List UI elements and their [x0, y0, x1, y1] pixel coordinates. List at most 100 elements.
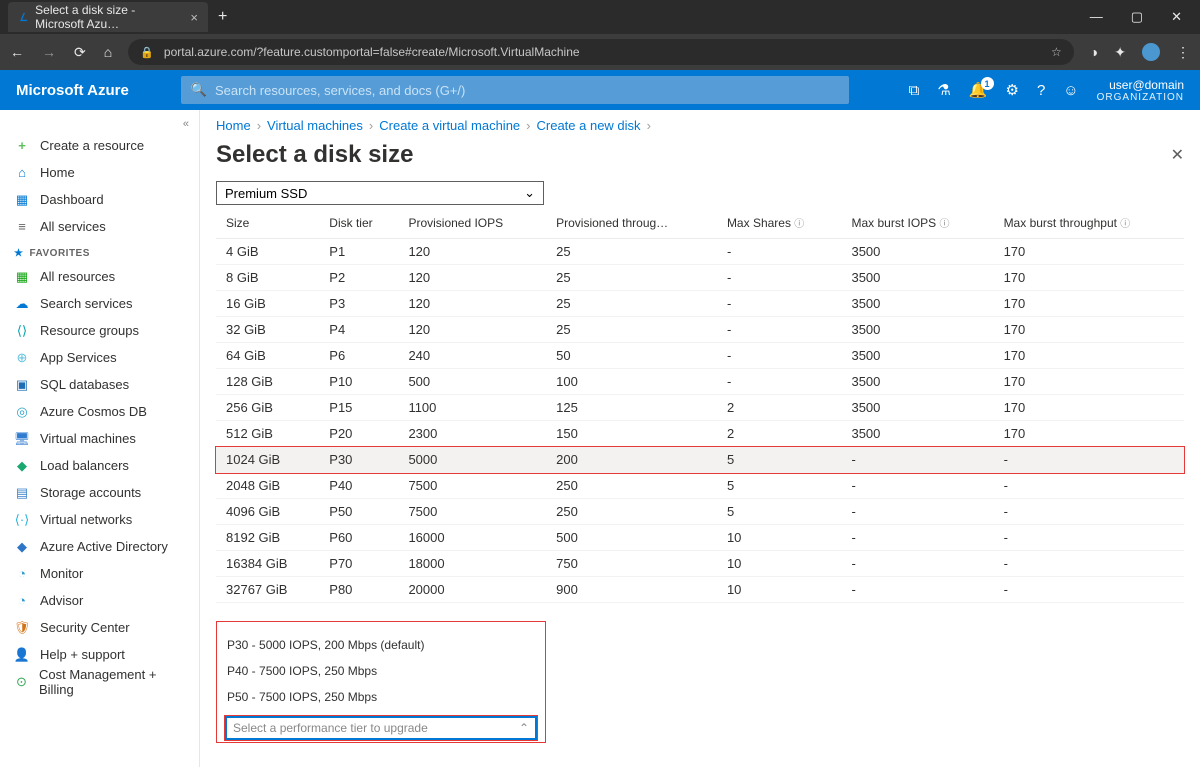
- forward-icon[interactable]: →: [42, 44, 56, 61]
- sidebar-item-dashboard[interactable]: ▦Dashboard: [0, 186, 199, 213]
- minimize-icon[interactable]: —: [1090, 9, 1103, 25]
- sidebar-item-all-resources[interactable]: ▦All resources: [0, 263, 199, 290]
- sidebar-item-app-services[interactable]: ⊕App Services: [0, 344, 199, 371]
- table-row[interactable]: 128 GiBP10500100-3500170: [216, 369, 1184, 395]
- table-header[interactable]: Disk tier: [319, 207, 398, 239]
- sidebar-item-virtual-machines[interactable]: 🖥Virtual machines: [0, 425, 199, 452]
- feedback-icon[interactable]: ☺: [1063, 82, 1078, 99]
- table-header[interactable]: Provisioned IOPS: [398, 207, 546, 239]
- table-row[interactable]: 64 GiBP624050-3500170: [216, 343, 1184, 369]
- sidebar-item-security-center[interactable]: 🛡Security Center: [0, 614, 199, 641]
- profile-icon[interactable]: [1142, 43, 1160, 61]
- sidebar-item-label: Virtual machines: [40, 431, 136, 446]
- table-cell: 125: [546, 395, 717, 421]
- global-search-input[interactable]: 🔍 Search resources, services, and docs (…: [181, 76, 849, 104]
- brand[interactable]: Microsoft Azure: [16, 82, 129, 99]
- sidebar-item-resource-groups[interactable]: ⟨⟩Resource groups: [0, 317, 199, 344]
- table-header[interactable]: Size: [216, 207, 319, 239]
- sidebar-collapse-icon[interactable]: «: [0, 116, 199, 132]
- table-cell: 120: [398, 265, 546, 291]
- table-row[interactable]: 4 GiBP112025-3500170: [216, 239, 1184, 265]
- disk-size-table: SizeDisk tierProvisioned IOPSProvisioned…: [216, 207, 1184, 603]
- close-tab-icon[interactable]: ×: [190, 10, 198, 25]
- performance-tier-option[interactable]: P40 - 7500 IOPS, 250 Mbps: [225, 658, 537, 684]
- sidebar-item-create-a-resource[interactable]: +Create a resource: [0, 132, 199, 159]
- table-row[interactable]: 4096 GiBP5075002505--: [216, 499, 1184, 525]
- sidebar-item-advisor[interactable]: ◔Advisor: [0, 587, 199, 614]
- table-row[interactable]: 256 GiBP15110012523500170: [216, 395, 1184, 421]
- user-menu[interactable]: user@domain ORGANIZATION: [1097, 78, 1184, 103]
- performance-tier-option[interactable]: P50 - 7500 IOPS, 250 Mbps: [225, 684, 537, 710]
- azure-favicon-icon: [18, 10, 29, 24]
- scroll-area[interactable]: Premium SSD ⌄ SizeDisk tierProvisioned I…: [200, 181, 1200, 767]
- breadcrumb-link[interactable]: Create a new disk: [537, 118, 641, 133]
- home-icon[interactable]: ⌂: [104, 44, 112, 61]
- sidebar-item-home[interactable]: ⌂Home: [0, 159, 199, 186]
- cloud-shell-icon[interactable]: ⧉: [909, 82, 920, 99]
- table-row[interactable]: 16 GiBP312025-3500170: [216, 291, 1184, 317]
- table-cell: 25: [546, 317, 717, 343]
- sidebar-item-azure-active-directory[interactable]: ◆Azure Active Directory: [0, 533, 199, 560]
- table-row[interactable]: 1024 GiBP3050002005--: [216, 447, 1184, 473]
- table-cell: P20: [319, 421, 398, 447]
- disk-type-select[interactable]: Premium SSD ⌄: [216, 181, 544, 205]
- table-header[interactable]: Max burst throughput ⓘ: [994, 207, 1184, 239]
- browser-tab[interactable]: Select a disk size - Microsoft Azu… ×: [8, 2, 208, 32]
- reload-icon[interactable]: ⟳: [74, 44, 86, 61]
- incognito-icon[interactable]: ◑: [1090, 44, 1098, 60]
- close-blade-icon[interactable]: ✕: [1171, 145, 1184, 165]
- directory-filter-icon[interactable]: ⚗: [937, 81, 950, 99]
- back-icon[interactable]: ←: [10, 44, 24, 61]
- table-row[interactable]: 32767 GiBP802000090010--: [216, 577, 1184, 603]
- breadcrumb-link[interactable]: Virtual machines: [267, 118, 363, 133]
- table-row[interactable]: 32 GiBP412025-3500170: [216, 317, 1184, 343]
- table-cell: 7500: [398, 499, 546, 525]
- tab-title: Select a disk size - Microsoft Azu…: [35, 3, 184, 31]
- table-header[interactable]: Max burst IOPS ⓘ: [841, 207, 993, 239]
- info-icon[interactable]: ⓘ: [1120, 219, 1130, 230]
- table-row[interactable]: 512 GiBP20230015023500170: [216, 421, 1184, 447]
- sidebar-item-all-services[interactable]: ≡All services: [0, 213, 199, 240]
- extensions-icon[interactable]: ✦: [1114, 44, 1126, 61]
- table-row[interactable]: 2048 GiBP4075002505--: [216, 473, 1184, 499]
- breadcrumb-link[interactable]: Create a virtual machine: [379, 118, 520, 133]
- new-tab-button[interactable]: +: [218, 8, 227, 26]
- sidebar-item-label: Create a resource: [40, 138, 144, 153]
- settings-icon[interactable]: ⚙: [1006, 81, 1019, 99]
- table-header[interactable]: Max Shares ⓘ: [717, 207, 842, 239]
- table-header[interactable]: Provisioned throug…: [546, 207, 717, 239]
- maximize-icon[interactable]: ▢: [1131, 9, 1143, 25]
- sidebar-item-label: Azure Cosmos DB: [40, 404, 147, 419]
- table-row[interactable]: 8 GiBP212025-3500170: [216, 265, 1184, 291]
- close-window-icon[interactable]: ✕: [1171, 9, 1182, 25]
- sidebar-item-help-support[interactable]: 👤Help + support: [0, 641, 199, 668]
- menu-icon[interactable]: ⋮: [1176, 44, 1190, 61]
- ic-home-icon: ⌂: [14, 165, 30, 181]
- star-icon[interactable]: ☆: [1051, 45, 1062, 59]
- chevron-right-icon: ›: [251, 118, 267, 133]
- sidebar-item-label: Storage accounts: [40, 485, 141, 500]
- url-input[interactable]: 🔒 portal.azure.com/?feature.customportal…: [128, 39, 1074, 65]
- page-title: Select a disk size: [216, 141, 413, 169]
- notifications-icon[interactable]: 🔔1: [969, 81, 988, 99]
- ic-lb-icon: ◆: [14, 458, 30, 474]
- table-row[interactable]: 8192 GiBP601600050010--: [216, 525, 1184, 551]
- info-icon[interactable]: ⓘ: [794, 219, 804, 230]
- performance-tier-select[interactable]: Select a performance tier to upgrade ⌃: [225, 716, 537, 740]
- sidebar-item-load-balancers[interactable]: ◆Load balancers: [0, 452, 199, 479]
- sidebar-item-storage-accounts[interactable]: ▤Storage accounts: [0, 479, 199, 506]
- sidebar-item-azure-cosmos-db[interactable]: ◎Azure Cosmos DB: [0, 398, 199, 425]
- sidebar-item-monitor[interactable]: ◔Monitor: [0, 560, 199, 587]
- table-row[interactable]: 16384 GiBP701800075010--: [216, 551, 1184, 577]
- help-icon[interactable]: ?: [1037, 82, 1045, 99]
- sidebar-item-label: Security Center: [40, 620, 130, 635]
- sidebar-item-label: Resource groups: [40, 323, 139, 338]
- sidebar-item-sql-databases[interactable]: ▣SQL databases: [0, 371, 199, 398]
- sidebar-item-cost-management-billing[interactable]: ⊙Cost Management + Billing: [0, 668, 199, 695]
- sidebar-item-search-services[interactable]: ☁Search services: [0, 290, 199, 317]
- breadcrumb-link[interactable]: Home: [216, 118, 251, 133]
- performance-tier-option[interactable]: P30 - 5000 IOPS, 200 Mbps (default): [225, 632, 537, 658]
- info-icon[interactable]: ⓘ: [940, 219, 950, 230]
- sidebar-item-virtual-networks[interactable]: ⟨·⟩Virtual networks: [0, 506, 199, 533]
- table-cell: 120: [398, 239, 546, 265]
